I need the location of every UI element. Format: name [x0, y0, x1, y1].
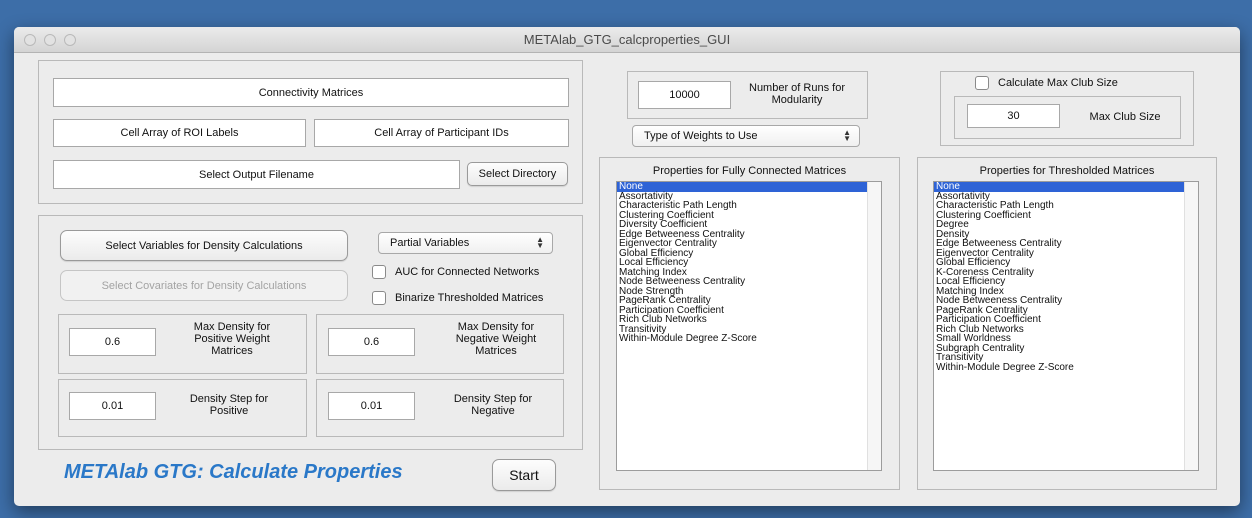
max-club-size-input[interactable]: 30 — [967, 104, 1060, 128]
thresholded-scrollbar[interactable] — [1184, 182, 1198, 470]
partial-variables-select[interactable]: Partial Variables ▲ ▼ — [378, 232, 553, 254]
participant-ids-field[interactable]: Cell Array of Participant IDs — [314, 119, 569, 147]
zoom-window-button[interactable] — [64, 34, 76, 46]
app-brand-title: METAlab GTG: Calculate Properties — [64, 461, 403, 483]
binarize-checkbox-label: Binarize Thresholded Matrices — [395, 292, 544, 304]
weights-select-value: Type of Weights to Use — [644, 130, 758, 142]
start-button[interactable]: Start — [492, 459, 556, 491]
list-item[interactable]: Within-Module Degree Z-Score — [617, 334, 881, 344]
select-variables-button[interactable]: Select Variables for Density Calculation… — [60, 230, 348, 261]
fully-connected-list[interactable]: None Assortativity Characteristic Path Len… — [616, 181, 882, 471]
density-step-positive-label: Density Step for Positive — [189, 393, 269, 417]
modularity-runs-label: Number of Runs for Modularity — [749, 82, 845, 106]
partial-variables-value: Partial Variables — [390, 237, 470, 249]
max-density-positive-input[interactable]: 0.6 — [69, 328, 156, 356]
list-item[interactable]: Degree — [934, 220, 1198, 230]
list-item[interactable]: Within-Module Degree Z-Score — [934, 362, 1198, 373]
window-title: METAlab_GTG_calcproperties_GUI — [523, 32, 731, 47]
club-size-checkbox-box[interactable] — [975, 76, 989, 90]
output-filename-field[interactable]: Select Output Filename — [53, 160, 460, 189]
binarize-checkbox-box[interactable] — [372, 291, 386, 305]
updown-arrow-icon: ▲ ▼ — [536, 235, 544, 250]
club-size-checkbox-label: Calculate Max Club Size — [998, 77, 1118, 89]
fully-connected-title: Properties for Fully Connected Matrices — [652, 165, 847, 177]
auc-checkbox-label: AUC for Connected Networks — [395, 266, 540, 278]
auc-checkbox[interactable]: AUC for Connected Networks — [372, 265, 539, 279]
auc-checkbox-box[interactable] — [372, 265, 386, 279]
title-bar: METAlab_GTG_calcproperties_GUI — [14, 27, 1240, 53]
max-density-negative-input[interactable]: 0.6 — [328, 328, 415, 356]
max-density-positive-label: Max Density for Positive Weight Matrices — [193, 321, 271, 357]
close-window-button[interactable] — [24, 34, 36, 46]
binarize-checkbox[interactable]: Binarize Thresholded Matrices — [372, 291, 543, 305]
roi-labels-field[interactable]: Cell Array of ROI Labels — [53, 119, 306, 147]
minimize-window-button[interactable] — [44, 34, 56, 46]
max-density-negative-label: Max Density for Negative Weight Matrices — [455, 321, 537, 357]
updown-arrow-icon: ▲ ▼ — [843, 128, 851, 143]
density-step-negative-label: Density Step for Negative — [453, 393, 533, 417]
connectivity-matrices-field[interactable]: Connectivity Matrices — [53, 78, 569, 107]
thresholded-title: Properties for Thresholded Matrices — [979, 165, 1155, 177]
density-step-positive-input[interactable]: 0.01 — [69, 392, 156, 420]
list-item[interactable]: Clustering Coefficient — [934, 210, 1198, 221]
club-size-checkbox[interactable]: Calculate Max Club Size — [975, 76, 1118, 90]
fully-connected-scrollbar[interactable] — [867, 182, 881, 470]
select-directory-button[interactable]: Select Directory — [467, 162, 568, 186]
weights-select[interactable]: Type of Weights to Use ▲ ▼ — [632, 125, 860, 147]
main-window: METAlab_GTG_calcproperties_GUI Connectiv… — [14, 27, 1240, 506]
density-step-negative-input[interactable]: 0.01 — [328, 392, 415, 420]
thresholded-list[interactable]: None Assortativity Characteristic Path Len… — [933, 181, 1199, 471]
select-covariates-button[interactable]: Select Covariates for Density Calculatio… — [60, 270, 348, 301]
modularity-runs-input[interactable]: 10000 — [638, 81, 731, 109]
max-club-size-label: Max Club Size — [1089, 111, 1161, 123]
